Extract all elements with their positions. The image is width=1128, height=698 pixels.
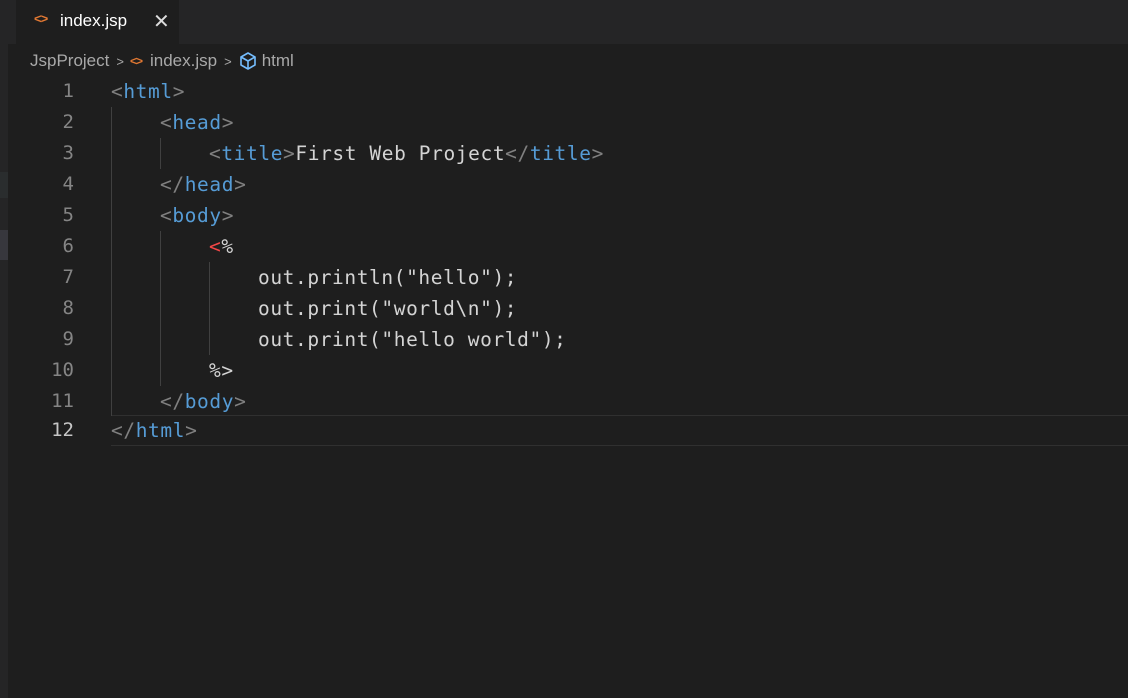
code-text: out.print("hello world"); xyxy=(258,328,567,351)
code-text: %> xyxy=(209,359,234,382)
tab-index-jsp[interactable]: <> index.jsp ✕ xyxy=(16,0,179,44)
line-number: 1 xyxy=(62,80,74,102)
code-line-active: 12 </html> xyxy=(0,415,1128,446)
chevron-right-icon: > xyxy=(224,53,232,69)
line-number: 10 xyxy=(51,359,74,381)
code-line: 10 %> xyxy=(0,355,1128,386)
jsp-file-icon: <> xyxy=(129,54,143,68)
line-number: 6 xyxy=(62,235,74,257)
breadcrumb-project[interactable]: JspProject xyxy=(30,51,109,71)
line-number: 5 xyxy=(62,204,74,226)
chevron-right-icon: > xyxy=(116,53,124,69)
line-number: 3 xyxy=(62,142,74,164)
tab-bar: <> index.jsp ✕ xyxy=(8,0,1128,44)
code-line: 9 out.print("hello world"); xyxy=(0,324,1128,355)
line-number: 7 xyxy=(62,266,74,288)
code-line: 7 out.println("hello"); xyxy=(0,262,1128,293)
code-line: 6 <% xyxy=(0,231,1128,262)
line-number: 8 xyxy=(62,297,74,319)
code-line: 1 <html> xyxy=(0,76,1128,107)
code-text: out.print("world\n"); xyxy=(258,297,518,320)
code-text: <% xyxy=(209,235,234,258)
line-number: 4 xyxy=(62,173,74,195)
code-editor[interactable]: 1 <html> 2 <head> 3 <title>First Web Pro… xyxy=(0,76,1128,698)
code-line: 5 <body> xyxy=(0,200,1128,231)
code-text: </body> xyxy=(160,390,247,413)
code-text: <head> xyxy=(160,111,235,134)
code-text: <html> xyxy=(111,80,186,103)
line-number: 2 xyxy=(62,111,74,133)
code-text: <title>First Web Project</title> xyxy=(209,142,604,165)
code-text: out.println("hello"); xyxy=(258,266,518,289)
breadcrumb-symbol[interactable]: html xyxy=(262,51,294,71)
close-icon[interactable]: ✕ xyxy=(153,9,170,34)
code-line: 4 </head> xyxy=(0,169,1128,200)
cube-icon xyxy=(238,51,258,71)
line-number: 9 xyxy=(62,328,74,350)
breadcrumb-file[interactable]: index.jsp xyxy=(150,51,217,71)
code-text: </head> xyxy=(160,173,247,196)
breadcrumb: JspProject > <> index.jsp > html xyxy=(30,49,294,73)
jsp-file-icon: <> xyxy=(34,11,48,26)
code-line: 11 </body> xyxy=(0,386,1128,417)
code-line: 8 out.print("world\n"); xyxy=(0,293,1128,324)
code-text: </html> xyxy=(111,419,198,442)
code-text: <body> xyxy=(160,204,235,227)
line-number: 12 xyxy=(51,419,74,441)
tab-label: index.jsp xyxy=(60,11,128,30)
code-line: 3 <title>First Web Project</title> xyxy=(0,138,1128,169)
line-number: 11 xyxy=(51,390,74,412)
code-line: 2 <head> xyxy=(0,107,1128,138)
